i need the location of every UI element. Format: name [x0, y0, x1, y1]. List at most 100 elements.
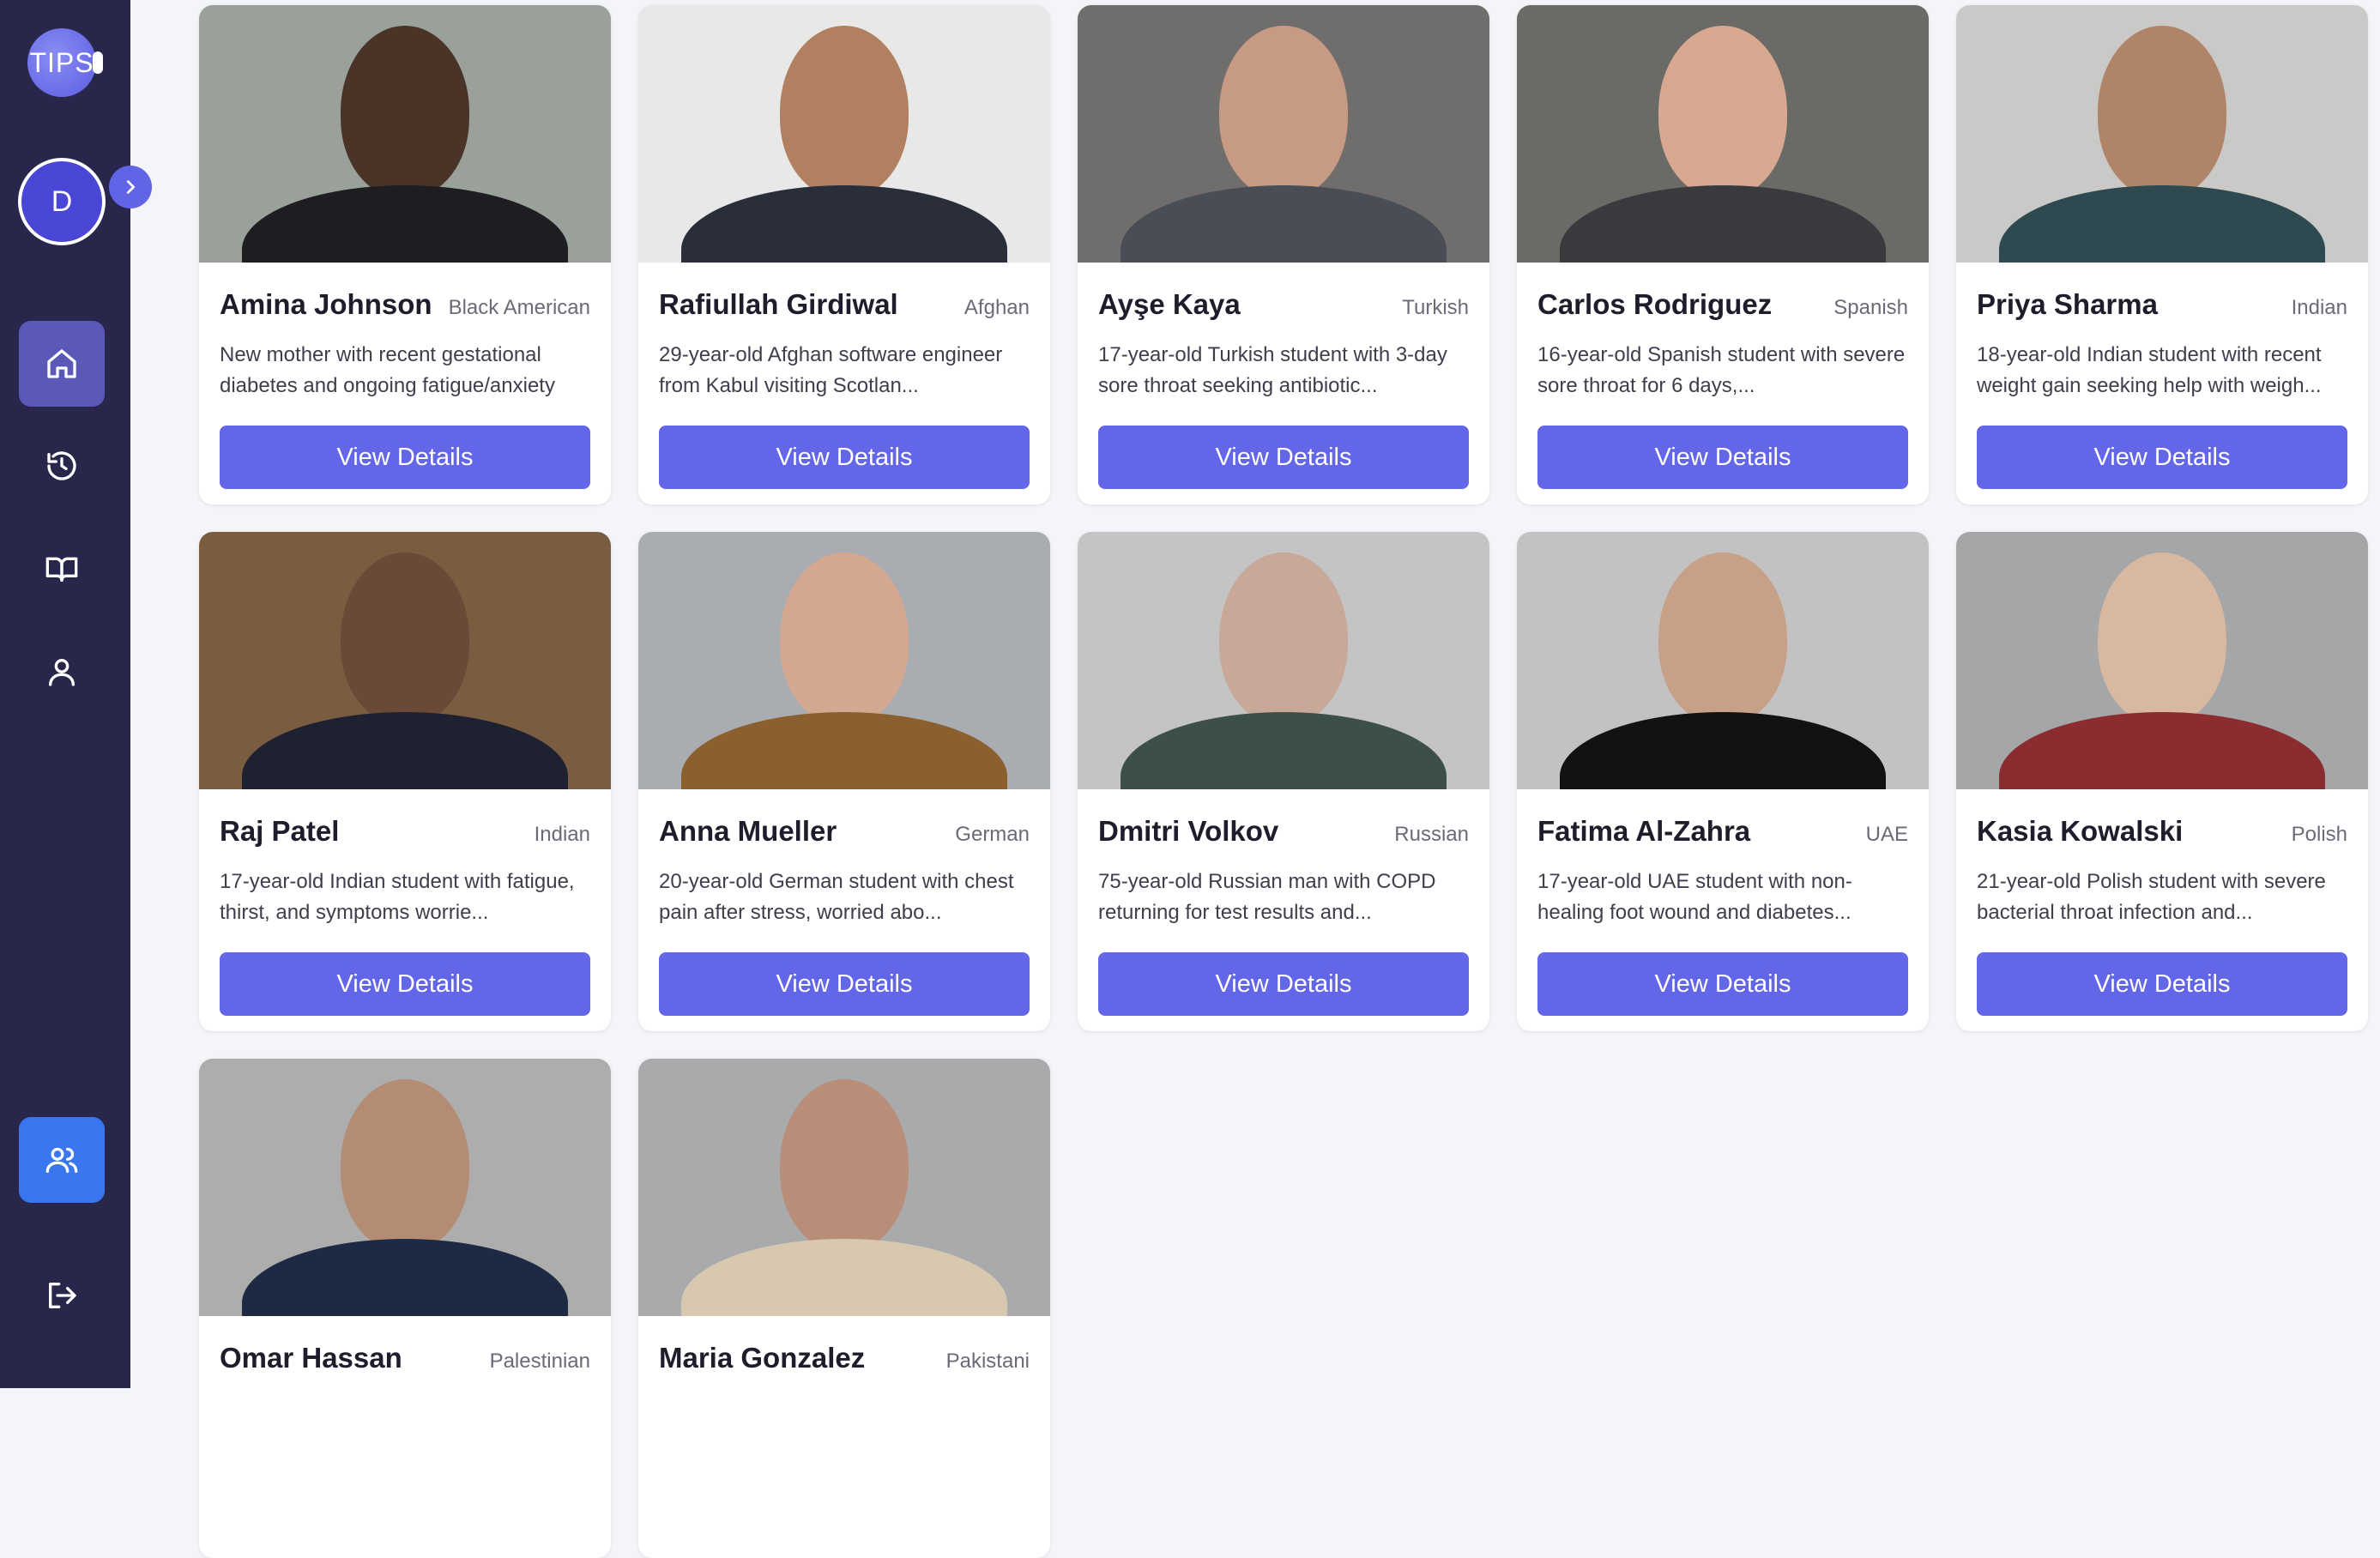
portrait-shoulders: [1121, 712, 1447, 789]
portrait-shoulders: [242, 1239, 568, 1316]
portrait-shoulders: [1121, 185, 1447, 263]
patient-nationality: Afghan: [963, 296, 1030, 319]
patient-description: 16-year-old Spanish student with severe …: [1537, 343, 1906, 397]
patient-card: Ayşe Kaya Turkish 17-year-old Turkish stud…: [1078, 5, 1489, 504]
nav-library-button[interactable]: [19, 526, 105, 612]
view-details-button[interactable]: View Details: [1098, 426, 1469, 489]
portrait-head: [1219, 553, 1348, 724]
patient-name: Fatima Al-Zahra: [1537, 815, 1751, 847]
view-details-button[interactable]: View Details: [1977, 952, 2347, 1016]
portrait-head: [1658, 553, 1787, 724]
view-details-button[interactable]: View Details: [659, 952, 1030, 1016]
patient-card: Anna Mueller German 20-year-old German stu…: [638, 532, 1050, 1031]
portrait-shoulders: [242, 712, 568, 789]
patient-photo: [1517, 5, 1929, 263]
patient-nationality: Polish: [2291, 823, 2347, 846]
view-details-button[interactable]: View Details: [1977, 426, 2347, 489]
user-icon: [49, 659, 76, 686]
patient-card: Dmitri Volkov Russian 75-year-old Russian …: [1078, 532, 1489, 1031]
patient-description: 17-year-old Turkish student with 3-day s…: [1098, 343, 1447, 397]
patient-card: Carlos Rodriguez Spanish 16-year-old Spani…: [1517, 5, 1929, 504]
patient-list: Amina Johnson Black American New mother wi…: [199, 0, 2370, 1558]
patient-name: Priya Sharma: [1977, 288, 2158, 320]
patient-name: Kasia Kowalski: [1977, 815, 2184, 847]
patient-name: Raj Patel: [220, 815, 340, 847]
portrait-head: [341, 553, 469, 724]
portrait-shoulders: [681, 185, 1007, 263]
portrait-shoulders: [1560, 712, 1886, 789]
patient-name: Anna Mueller: [659, 815, 837, 847]
patient-card: Omar Hassan Palestinian: [199, 1059, 611, 1558]
portrait-head: [341, 1079, 469, 1251]
patient-nationality: Black American: [448, 296, 590, 319]
patient-photo: [638, 532, 1050, 789]
patient-card: Fatima Al-Zahra UAE 17-year-old UAE studen…: [1517, 532, 1929, 1031]
portrait-head: [341, 26, 469, 197]
nav-history-button[interactable]: [19, 423, 105, 509]
portrait-shoulders: [1999, 712, 2325, 789]
nav-profile-button[interactable]: [19, 629, 105, 715]
card-header: Priya Sharma Indian: [1977, 288, 2347, 321]
nav-patients-button[interactable]: [19, 1117, 105, 1203]
users-icon: [45, 1147, 78, 1173]
patient-nationality: Pakistani: [945, 1350, 1030, 1373]
view-details-button[interactable]: View Details: [1098, 952, 1469, 1016]
patient-description: 20-year-old German student with chest pa…: [659, 870, 1014, 924]
patient-nationality: Russian: [1394, 823, 1469, 846]
portrait-head: [1219, 26, 1348, 197]
patient-photo: [1956, 532, 2368, 789]
card-header: Raj Patel Indian: [220, 815, 590, 848]
view-details-button[interactable]: View Details: [1537, 426, 1908, 489]
view-details-button[interactable]: View Details: [220, 426, 590, 489]
card-header: Omar Hassan Palestinian: [220, 1342, 590, 1374]
card-header: Fatima Al-Zahra UAE: [1537, 815, 1908, 848]
logout-button[interactable]: [19, 1253, 105, 1338]
patient-description: 18-year-old Indian student with recent w…: [1977, 343, 2322, 397]
user-avatar[interactable]: D: [18, 158, 106, 245]
logo-indicator: [93, 51, 103, 74]
book-icon: [45, 557, 78, 582]
portrait-head: [780, 26, 909, 197]
app-logo[interactable]: TIPS: [27, 28, 96, 97]
patient-photo: [638, 5, 1050, 263]
view-details-button[interactable]: View Details: [1537, 952, 1908, 1016]
patient-photo: [199, 5, 611, 263]
card-header: Ayşe Kaya Turkish: [1098, 288, 1469, 321]
patient-photo: [199, 1059, 611, 1316]
patient-name: Carlos Rodriguez: [1537, 288, 1773, 320]
patient-name: Omar Hassan: [220, 1342, 402, 1374]
patient-nationality: Palestinian: [489, 1350, 590, 1373]
patient-nationality: Turkish: [1402, 296, 1469, 319]
card-header: Dmitri Volkov Russian: [1098, 815, 1469, 848]
card-header: Kasia Kowalski Polish: [1977, 815, 2347, 848]
view-details-button[interactable]: View Details: [220, 952, 590, 1016]
patient-nationality: Indian: [534, 823, 590, 846]
patient-name: Maria Gonzalez: [659, 1342, 866, 1374]
patient-card: Rafiullah Girdiwal Afghan 29-year-old Afgh…: [638, 5, 1050, 504]
patient-name: Dmitri Volkov: [1098, 815, 1279, 847]
patient-photo: [1078, 532, 1489, 789]
patient-name: Rafiullah Girdiwal: [659, 288, 898, 320]
patient-photo: [1517, 532, 1929, 789]
patient-photo: [1078, 5, 1489, 263]
portrait-shoulders: [242, 185, 568, 263]
chevron-right-icon: [126, 180, 136, 194]
home-icon: [47, 349, 76, 378]
patient-card: Raj Patel Indian 17-year-old Indian studen…: [199, 532, 611, 1031]
card-header: Maria Gonzalez Pakistani: [659, 1342, 1030, 1374]
view-details-button[interactable]: View Details: [659, 426, 1030, 489]
patient-name: Ayşe Kaya: [1098, 288, 1241, 320]
patient-description: 21-year-old Polish student with severe b…: [1977, 870, 2326, 924]
patient-nationality: UAE: [1865, 823, 1908, 846]
portrait-shoulders: [1560, 185, 1886, 263]
patient-description: 29-year-old Afghan software engineer fro…: [659, 343, 1003, 397]
patient-grid: Amina Johnson Black American New mother wi…: [199, 5, 2370, 1558]
patient-card: Kasia Kowalski Polish 21-year-old Polish s…: [1956, 532, 2368, 1031]
patient-nationality: Indian: [2291, 296, 2347, 319]
portrait-shoulders: [1999, 185, 2325, 263]
expand-sidebar-button[interactable]: [109, 166, 152, 208]
portrait-shoulders: [681, 712, 1007, 789]
portrait-head: [2098, 553, 2226, 724]
patient-description: 17-year-old Indian student with fatigue,…: [220, 870, 575, 924]
nav-home-button[interactable]: [19, 321, 105, 407]
